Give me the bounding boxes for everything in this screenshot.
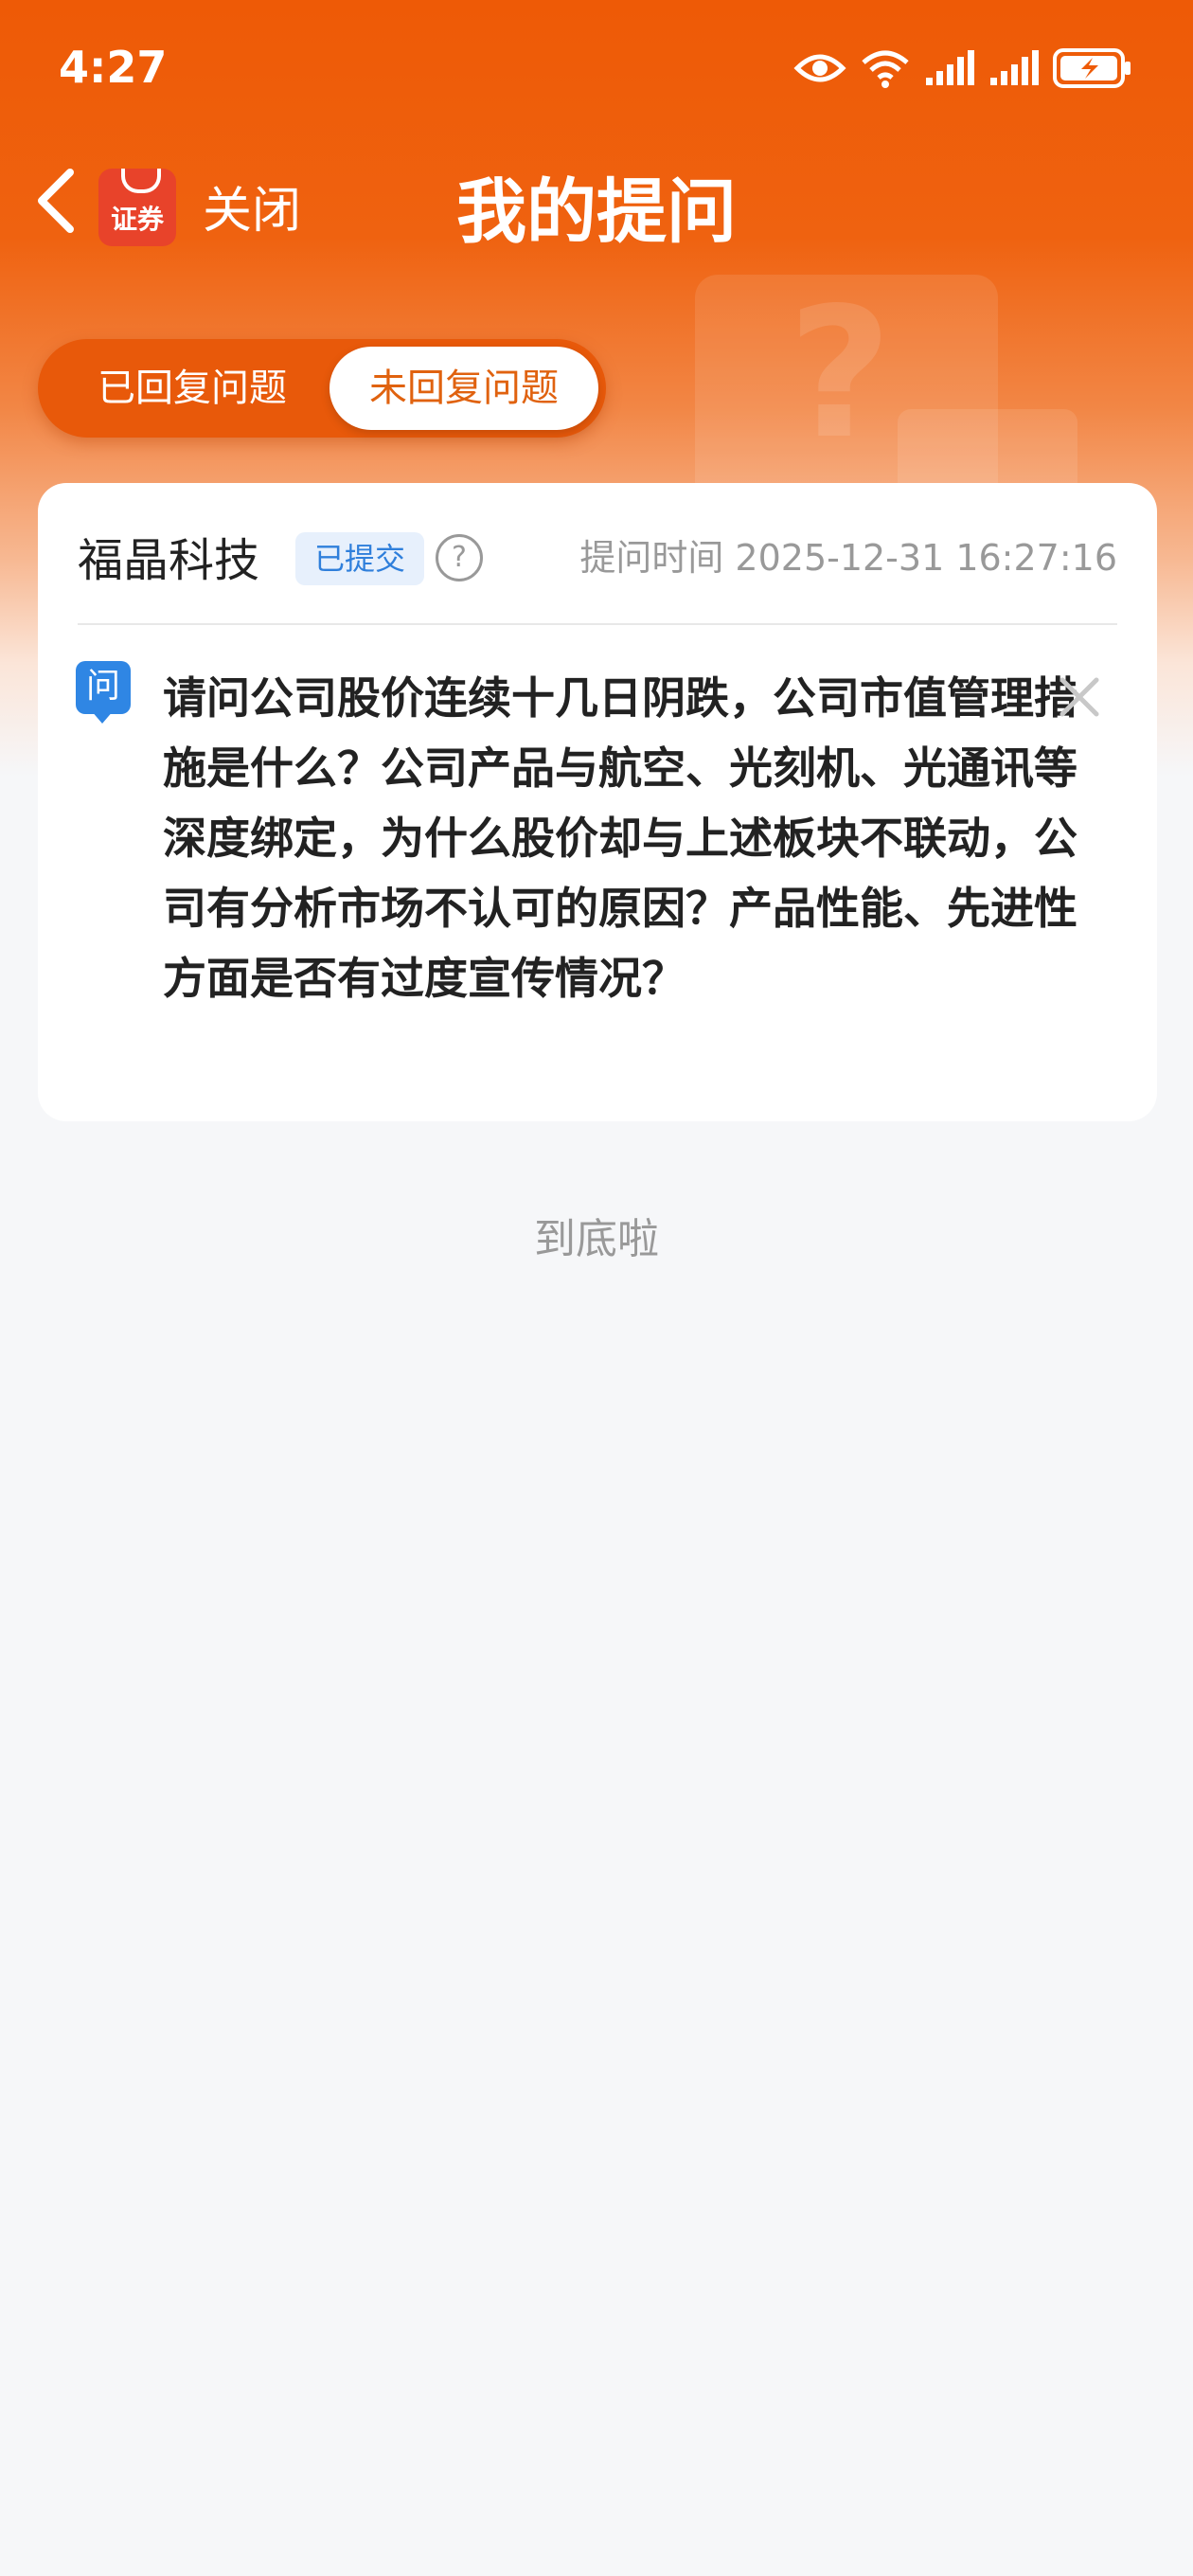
eye-icon (793, 54, 846, 82)
nav-bar: 证券 关闭 我的提问 (0, 142, 1193, 265)
page-title: 我的提问 (456, 171, 737, 253)
signal-icon-2 (990, 50, 1039, 85)
question-icon-tail (91, 710, 114, 724)
question-text: 请问公司股价连续十几日阴跌，公司市值管理措施是什么？公司产品与航空、光刻机、光通… (163, 672, 1077, 1004)
end-of-list-text: 到底啦 (534, 1215, 659, 1263)
status-badge: 已提交 (295, 532, 425, 585)
tab-bar: 已回复问题 未回复问题 (38, 339, 606, 438)
divider (78, 623, 1117, 625)
decorative-question-mark: ? (788, 269, 893, 478)
status-time: 4:27 (59, 42, 168, 93)
question-card: 福晶科技 已提交 ? 提问时间 2025-12-31 16:27:16 问 请问… (38, 483, 1157, 1121)
signal-icon (926, 50, 974, 85)
delete-question-button[interactable] (1051, 669, 1108, 725)
question-icon: 问 (76, 661, 131, 714)
battery-icon (1053, 48, 1131, 88)
status-icons (793, 45, 1132, 91)
help-icon[interactable]: ? (436, 534, 483, 581)
close-icon (1059, 677, 1099, 717)
company-name: 福晶科技 (78, 534, 260, 587)
tab-unreplied[interactable]: 未回复问题 (329, 347, 598, 430)
wifi-icon (862, 50, 909, 88)
tab-replied[interactable]: 已回复问题 (45, 347, 339, 430)
question-time: 提问时间 2025-12-31 16:27:16 (579, 537, 1117, 579)
